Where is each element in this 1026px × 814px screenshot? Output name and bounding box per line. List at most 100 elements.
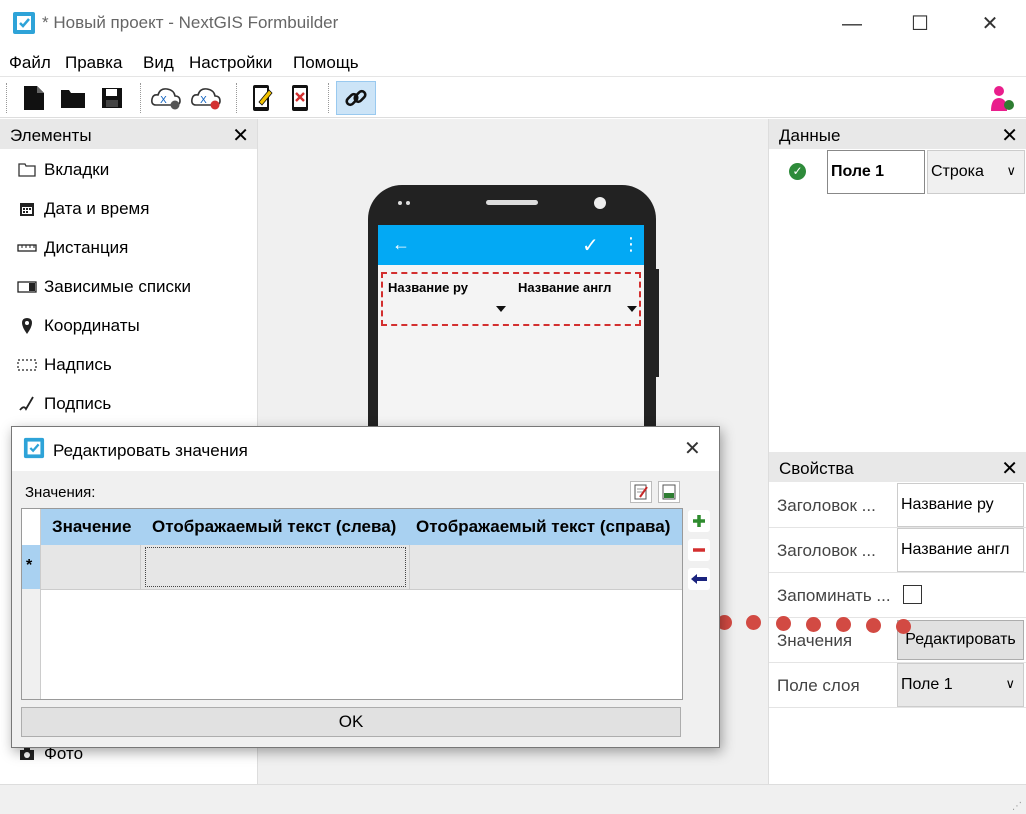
open-folder-button[interactable] (55, 81, 91, 115)
check-icon[interactable]: ✓ (582, 233, 599, 258)
table-row[interactable] (41, 545, 682, 590)
props-panel-header: Свойства ✕ (769, 452, 1026, 482)
ngw-upload-button[interactable]: X (188, 81, 224, 115)
layer-field-select[interactable]: Поле 1 ∨ (897, 663, 1024, 707)
minimize-button[interactable]: — (838, 10, 866, 38)
close-window-button[interactable]: ✕ (976, 10, 1004, 38)
chevron-down-icon: ∨ (1006, 163, 1016, 178)
dropdown-list-icon (16, 278, 38, 296)
element-distance[interactable]: Дистанция (16, 236, 128, 260)
edit-values-dialog: Редактировать значения ✕ Значения: Значе… (11, 426, 720, 748)
set-default-button[interactable] (688, 568, 710, 590)
field-type-select[interactable]: Строка ∨ (927, 150, 1025, 194)
dependent-lists-widget[interactable]: Название ру Название англ (381, 272, 641, 326)
import-values-button[interactable] (630, 481, 652, 503)
add-row-button[interactable] (688, 510, 710, 532)
layer-field-value: Поле 1 (901, 676, 953, 693)
save-button[interactable] (94, 81, 130, 115)
column-header[interactable]: Отображаемый текст (справа) (416, 517, 670, 537)
svg-text:X: X (160, 95, 167, 106)
account-button[interactable] (984, 81, 1020, 115)
phone-edit-icon (253, 85, 273, 111)
table-cell-focused[interactable] (145, 547, 406, 587)
table-header: Значение Отображаемый текст (слева) Отоб… (22, 509, 682, 545)
right-panel: Данные ✕ ✓ Поле 1 Строка ∨ Свойства ✕ За… (768, 119, 1026, 784)
phone-speaker (486, 200, 538, 205)
link-icon (345, 89, 367, 107)
prop-row: Заголовок ... Название ру (769, 483, 1026, 528)
toolbar: X X (0, 76, 1026, 118)
back-arrow-icon[interactable]: ← (392, 234, 410, 255)
link-layer-button[interactable] (336, 81, 376, 115)
arrow-left-icon (691, 574, 707, 584)
dropdown-arrow-icon (627, 306, 637, 312)
more-vert-icon[interactable]: ⋮ (622, 234, 640, 255)
menu-settings[interactable]: Настройки (189, 53, 272, 73)
close-icon[interactable]: ✕ (1001, 456, 1018, 481)
element-label: Надпись (44, 355, 112, 374)
data-field-row: ✓ Поле 1 Строка ∨ (769, 149, 1026, 195)
add-screen-button[interactable] (244, 81, 280, 115)
annotation-dot (746, 615, 761, 630)
toolbar-separator (328, 83, 329, 113)
prop-label: Значения (777, 631, 853, 650)
menu-help[interactable]: Помощь (293, 53, 359, 73)
phone-delete-icon (292, 85, 308, 111)
new-file-button[interactable] (16, 81, 52, 115)
title-bar: * Новый проект - NextGIS Formbuilder — ☐… (0, 0, 1026, 46)
document-edit-icon (634, 484, 648, 500)
resize-grip-icon[interactable]: ⋰ (1012, 801, 1022, 812)
prop-label: Поле слоя (777, 676, 860, 695)
calendar-icon (16, 200, 38, 218)
remove-row-button[interactable] (688, 539, 710, 561)
element-caption[interactable]: Надпись (16, 353, 112, 377)
table-cell[interactable] (41, 545, 141, 589)
field-type-value: Строка (931, 163, 984, 180)
ngw-download-button[interactable]: X (148, 81, 184, 115)
remember-checkbox[interactable] (903, 585, 922, 604)
prop-row: Запоминать ... (769, 573, 1026, 618)
element-coordinates[interactable]: Координаты (16, 314, 140, 338)
menu-file[interactable]: Файл (9, 53, 51, 73)
minus-icon (693, 548, 705, 552)
element-label: Дистанция (44, 238, 129, 257)
element-datetime[interactable]: Дата и время (16, 197, 149, 221)
toolbar-separator (6, 83, 7, 113)
edit-values-button[interactable]: Редактировать (897, 620, 1024, 660)
ok-button[interactable]: OK (21, 707, 681, 737)
label-en: Название англ (518, 280, 612, 295)
dropdown-arrow-icon (496, 306, 506, 312)
field-name[interactable]: Поле 1 (827, 150, 925, 194)
export-csv-button[interactable] (658, 481, 680, 503)
prop-label: Заголовок ... (777, 541, 876, 560)
prop-title-en-input[interactable]: Название англ (897, 528, 1024, 572)
menu-edit[interactable]: Правка (65, 53, 122, 73)
menu-view[interactable]: Вид (143, 53, 174, 73)
element-tabs[interactable]: Вкладки (16, 158, 109, 182)
element-dependent-lists[interactable]: Зависимые списки (16, 275, 191, 299)
user-status-icon (991, 86, 1014, 111)
label-ru: Название ру (388, 280, 468, 295)
column-header[interactable]: Значение (52, 517, 131, 537)
app-logo-icon (23, 437, 45, 459)
prop-title-ru-input[interactable]: Название ру (897, 483, 1024, 527)
element-signature[interactable]: Подпись (16, 392, 111, 416)
close-icon[interactable]: ✕ (232, 123, 249, 148)
delete-screen-button[interactable] (282, 81, 318, 115)
new-file-icon (24, 86, 44, 110)
prop-row: Поле слоя Поле 1 ∨ (769, 663, 1026, 708)
data-panel-header: Данные ✕ (769, 119, 1026, 149)
dialog-title-bar: Редактировать значения ✕ (12, 427, 719, 471)
toolbar-separator (236, 83, 237, 113)
phone-camera (594, 197, 606, 209)
map-pin-icon (16, 317, 38, 335)
maximize-button[interactable]: ☐ (906, 10, 934, 38)
toolbar-separator (140, 83, 141, 113)
column-header[interactable]: Отображаемый текст (слева) (152, 517, 396, 537)
menu-bar: Файл Правка Вид Настройки Помощь (0, 50, 1026, 76)
annotation-dot (896, 619, 911, 634)
cloud-upload-icon: X (191, 88, 221, 110)
floppy-icon (102, 88, 122, 108)
close-icon[interactable]: ✕ (1001, 123, 1018, 148)
dialog-close-button[interactable]: ✕ (684, 436, 701, 461)
